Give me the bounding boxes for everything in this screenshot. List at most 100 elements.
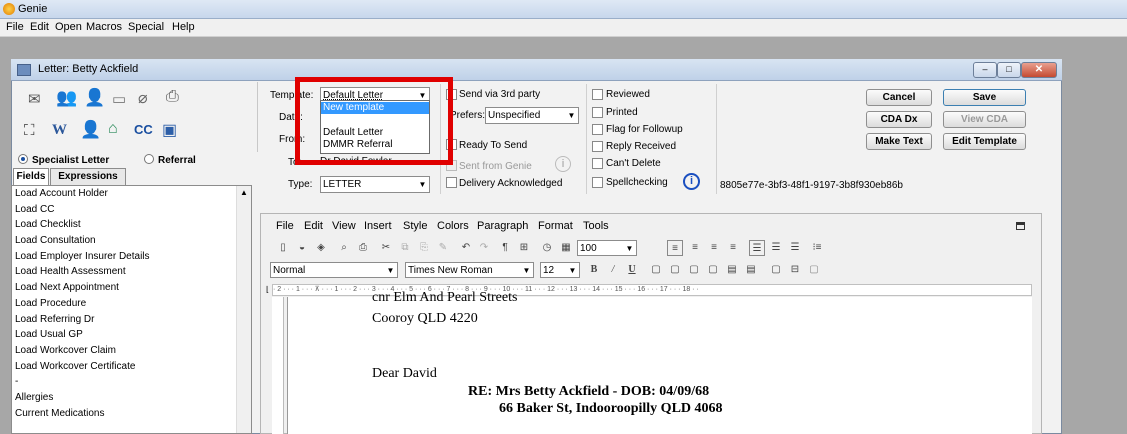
list-item[interactable]: Load Consultation	[12, 233, 251, 249]
spacing-onehalf-icon[interactable]: ☰	[768, 240, 784, 256]
spellchecking-checkbox[interactable]	[592, 177, 603, 188]
reviewed-checkbox[interactable]	[592, 89, 603, 100]
table-grid-icon[interactable]: ⊟	[787, 262, 803, 278]
menu-help[interactable]: Help	[172, 21, 195, 33]
editor-menu-view[interactable]: View	[332, 220, 356, 232]
flag-followup-checkbox[interactable]	[592, 124, 603, 135]
open-icon[interactable]: ◒	[294, 240, 310, 256]
list-scrollbar[interactable]: ▲	[236, 186, 251, 433]
list-item[interactable]: Allergies	[12, 390, 251, 406]
undo-icon[interactable]: ↶	[458, 240, 474, 256]
maximize-button[interactable]: □	[997, 62, 1021, 78]
print-icon[interactable]: ⎙	[166, 88, 190, 110]
list-item[interactable]: Load Referring Dr	[12, 312, 251, 328]
italic-icon[interactable]: /	[605, 262, 621, 278]
menu-edit[interactable]: Edit	[30, 21, 49, 33]
format-painter-icon[interactable]: ✎	[435, 240, 451, 256]
border-top-icon[interactable]: ▢	[705, 262, 721, 278]
save-button[interactable]: Save	[943, 89, 1026, 106]
font-size-select[interactable]: 12 ▼	[540, 262, 580, 278]
copy-icon[interactable]: ⧉	[397, 240, 413, 256]
list-item[interactable]: Load CC	[12, 202, 251, 218]
align-right-icon[interactable]: ≡	[706, 240, 722, 256]
editor-menu-paragraph[interactable]: Paragraph	[477, 220, 528, 232]
save-icon[interactable]: ◈	[313, 240, 329, 256]
clock-icon[interactable]: ◷	[539, 240, 555, 256]
menu-open[interactable]: Open	[55, 21, 82, 33]
edit-template-button[interactable]: Edit Template	[943, 133, 1026, 150]
save-disk-icon[interactable]: ▣	[162, 120, 186, 142]
close-button[interactable]: ✕	[1021, 62, 1057, 78]
list-item[interactable]: Load Employer Insurer Details	[12, 249, 251, 265]
spacing-single-icon[interactable]: ☰	[749, 240, 765, 256]
redo-icon[interactable]: ↷	[476, 240, 492, 256]
bold-icon[interactable]: B	[586, 262, 602, 278]
minimize-button[interactable]: –	[973, 62, 997, 78]
border-inner-icon[interactable]: ▤	[743, 262, 759, 278]
tab-expressions[interactable]: Expressions	[50, 168, 126, 185]
specialist-letter-radio[interactable]: Specialist Letter	[18, 154, 109, 166]
delivery-acknowledged-checkbox[interactable]	[446, 177, 457, 188]
align-center-icon[interactable]: ≡	[687, 240, 703, 256]
cant-delete-checkbox[interactable]	[592, 158, 603, 169]
border-bottom-icon[interactable]: ▤	[724, 262, 740, 278]
fullscreen-icon[interactable]: ⛶	[24, 122, 48, 144]
list-item[interactable]: Current Medications	[12, 406, 251, 422]
menu-special[interactable]: Special	[128, 21, 164, 33]
editor-menu-file[interactable]: File	[276, 220, 294, 232]
paragraph-mark-icon[interactable]: ¶	[497, 240, 513, 256]
cancel-button[interactable]: Cancel	[866, 89, 932, 106]
editor-menu-colors[interactable]: Colors	[437, 220, 469, 232]
list-item[interactable]: Load Workcover Certificate	[12, 359, 251, 375]
style-select[interactable]: Normal ▼	[270, 262, 398, 278]
calendar-icon[interactable]: ▦	[558, 240, 574, 256]
reply-received-checkbox[interactable]	[592, 141, 603, 152]
cut-icon[interactable]: ✂	[378, 240, 394, 256]
font-select[interactable]: Times New Roman ▼	[405, 262, 534, 278]
shading-icon[interactable]: ▢	[806, 262, 822, 278]
editor-menu-format[interactable]: Format	[538, 220, 573, 232]
printed-checkbox[interactable]	[592, 107, 603, 118]
tab-fields[interactable]: Fields	[13, 168, 49, 185]
preview-icon[interactable]: ⌕	[336, 240, 352, 256]
make-text-button[interactable]: Make Text	[866, 133, 932, 150]
list-item[interactable]: Load Workcover Claim	[12, 343, 251, 359]
email-icon[interactable]: ✉	[28, 90, 52, 112]
cda-dx-button[interactable]: CDA Dx	[866, 111, 932, 128]
border-right-icon[interactable]: ▢	[686, 262, 702, 278]
align-left-icon[interactable]: ≡	[667, 240, 683, 256]
table-border-icon[interactable]: ▢	[768, 262, 784, 278]
bullet-list-icon[interactable]: ⁝≡	[809, 240, 825, 256]
justify-icon[interactable]: ≡	[725, 240, 741, 256]
cc-icon[interactable]: CC	[134, 122, 158, 144]
list-item[interactable]: Load Usual GP	[12, 327, 251, 343]
referral-radio[interactable]: Referral	[144, 154, 196, 166]
new-doc-icon[interactable]: ▯	[275, 240, 291, 256]
list-item[interactable]: Load Checklist	[12, 217, 251, 233]
editor-menu-style[interactable]: Style	[403, 220, 427, 232]
attach-icon[interactable]: ⌀	[138, 88, 162, 110]
list-item[interactable]: Load Account Holder	[12, 186, 251, 202]
list-item[interactable]: Load Procedure	[12, 296, 251, 312]
table-icon[interactable]: ⊞	[516, 240, 532, 256]
users-icon[interactable]: 👥	[56, 88, 80, 110]
underline-icon[interactable]: U	[624, 262, 640, 278]
word-icon[interactable]: W	[52, 122, 76, 144]
editor-menu-edit[interactable]: Edit	[304, 220, 323, 232]
patient-icon[interactable]: 👤	[84, 88, 108, 110]
spacing-double-icon[interactable]: ☰	[787, 240, 803, 256]
type-select[interactable]: LETTER ▼	[320, 176, 430, 193]
prefers-select[interactable]: Unspecified ▼	[485, 107, 579, 124]
print-icon[interactable]: ⎙	[355, 240, 371, 256]
editor-menu-tools[interactable]: Tools	[583, 220, 609, 232]
envelope-icon[interactable]: ▭	[112, 90, 136, 112]
border-left-icon[interactable]: ▢	[667, 262, 683, 278]
editor-maximize-icon[interactable]	[1016, 222, 1025, 230]
scroll-up-icon[interactable]: ▲	[240, 188, 248, 197]
list-item[interactable]: Load Health Assessment	[12, 264, 251, 280]
list-item[interactable]: Load Next Appointment	[12, 280, 251, 296]
info-icon[interactable]: i	[683, 173, 700, 190]
menu-file[interactable]: File	[6, 21, 24, 33]
zoom-select[interactable]: 100 ▼	[577, 240, 637, 256]
editor-menu-insert[interactable]: Insert	[364, 220, 392, 232]
